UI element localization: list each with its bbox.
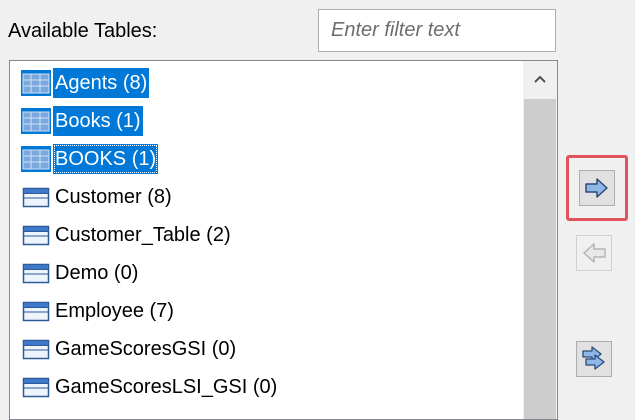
- list-item[interactable]: Books (1): [21, 102, 517, 140]
- table-icon: [21, 336, 51, 362]
- list-item-label: Books (1): [53, 106, 143, 136]
- list-item[interactable]: Customer (8): [21, 178, 517, 216]
- list-item-label: Demo (0): [55, 262, 139, 284]
- filter-input[interactable]: [318, 9, 556, 52]
- available-tables-label: Available Tables:: [8, 20, 158, 42]
- list-item[interactable]: Employee (7): [21, 292, 517, 330]
- arrow-right-icon: [585, 178, 608, 198]
- list-item[interactable]: Demo (0): [21, 254, 517, 292]
- list-item-label: BOOKS (1): [53, 144, 159, 174]
- vertical-scrollbar[interactable]: [523, 61, 557, 419]
- arrow-left-icon: [583, 243, 606, 263]
- scroll-up-button[interactable]: [523, 61, 557, 97]
- table-icon: [21, 222, 51, 248]
- list-item[interactable]: GameScoresLSI_GSI (0): [21, 368, 517, 406]
- list-item[interactable]: Agents (8): [21, 64, 517, 102]
- list-item-label: Agents (8): [53, 68, 150, 98]
- remove-selected-button[interactable]: [576, 235, 612, 271]
- table-icon: [21, 70, 51, 96]
- list-item-label: GameScoresLSI_GSI (0): [55, 376, 278, 398]
- table-icon: [21, 146, 51, 172]
- add-all-button[interactable]: [576, 341, 612, 377]
- available-tables-list[interactable]: Agents (8) Books (1) BOOKS (1) Customer (8)…: [9, 60, 558, 420]
- chevron-up-icon: [534, 75, 546, 83]
- scroll-thumb[interactable]: [524, 99, 556, 419]
- list-item[interactable]: GameScoresGSI (0): [21, 330, 517, 368]
- list-item-label: Customer (8): [55, 186, 172, 208]
- list-item-label: Customer_Table (2): [55, 224, 231, 246]
- list-item[interactable]: BOOKS (1): [21, 140, 517, 178]
- double-arrow-right-icon: [582, 346, 605, 370]
- add-selected-button[interactable]: [579, 170, 615, 206]
- table-icon: [21, 184, 51, 210]
- table-icon: [21, 374, 51, 400]
- table-icon: [21, 260, 51, 286]
- list-item-label: Employee (7): [55, 300, 174, 322]
- table-icon: [21, 298, 51, 324]
- list-item[interactable]: Customer_Table (2): [21, 216, 517, 254]
- list-item-label: GameScoresGSI (0): [55, 338, 237, 360]
- table-icon: [21, 108, 51, 134]
